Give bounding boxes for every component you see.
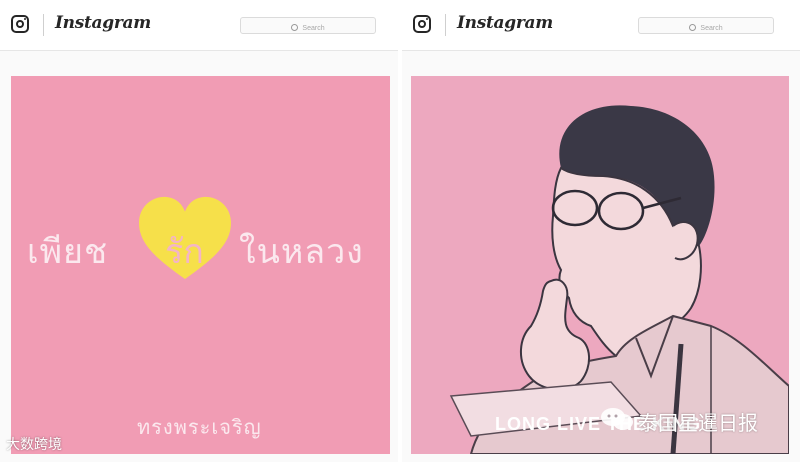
post-image[interactable]: LONG LIVE THE KING <box>411 76 789 454</box>
left-screen: Instagram Search เพียช รัก ในหลวง ทรงพระ… <box>0 0 398 462</box>
instagram-camera-icon[interactable] <box>413 15 431 33</box>
post-signature: ทรงพระเจริญ <box>137 415 262 439</box>
logo-divider <box>43 14 44 36</box>
post-image[interactable]: เพียช รัก ในหลวง ทรงพระเจริญ <box>11 76 390 454</box>
instagram-wordmark[interactable]: Instagram <box>457 13 553 33</box>
watermark-bottom-left: 大数跨境 <box>6 437 62 453</box>
post-heart-text: รัก <box>165 232 204 272</box>
post-text-right: ในหลวง <box>239 232 364 272</box>
post-text-left: เพียช <box>27 232 109 272</box>
portrait-illustration <box>449 105 789 454</box>
search-icon <box>291 24 299 31</box>
search-placeholder: Search <box>302 25 325 32</box>
instagram-camera-icon[interactable] <box>11 15 29 33</box>
search-icon <box>689 24 697 31</box>
right-screen: Instagram Search LONG LIVE THE KING <box>402 0 800 462</box>
instagram-wordmark[interactable]: Instagram <box>55 13 151 33</box>
top-nav-bar: Instagram Search <box>0 0 398 51</box>
top-nav-bar: Instagram Search <box>402 0 800 51</box>
search-placeholder: Search <box>700 25 723 32</box>
chat-bubble-icon <box>601 408 633 430</box>
logo-divider <box>445 14 446 36</box>
search-input[interactable]: Search <box>240 17 376 34</box>
search-input[interactable]: Search <box>638 17 774 34</box>
watermark-text: 泰国星暹日报 <box>638 411 758 435</box>
